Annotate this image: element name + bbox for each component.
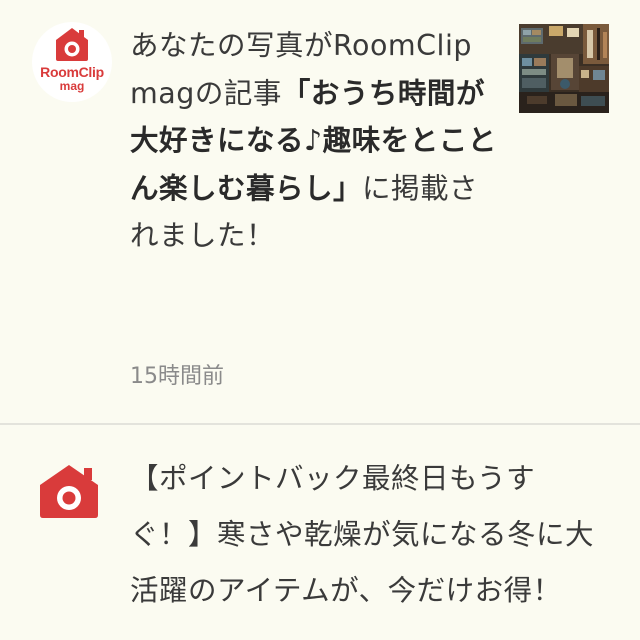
notification-time: 15時間前: [130, 364, 224, 389]
room-photo-thumbnail[interactable]: [519, 24, 609, 113]
notification-item[interactable]: 【ポイントバック最終日もうすぐ！】寒さや乾燥が気になる冬に大活躍のアイテムが、今…: [0, 425, 640, 640]
logo-sub-text: mag: [59, 79, 85, 93]
house-camera-icon: [56, 28, 88, 61]
roomclip-avatar: [38, 463, 100, 523]
notification-item[interactable]: RoomClip mag あなたの写真がRoomClip magの記事「おうち時…: [0, 0, 640, 424]
notification-message: あなたの写真がRoomClip magの記事「おうち時間が大好きになる♪趣味をと…: [130, 22, 502, 260]
roomclip-mag-avatar: RoomClip mag: [32, 22, 112, 102]
roomclip-icon: [40, 465, 98, 518]
room-photo-image: [519, 24, 609, 113]
notification-message: 【ポイントバック最終日もうすぐ！】寒さや乾燥が気になる冬に大活躍のアイテムが、今…: [130, 462, 595, 607]
logo-brand-text: RoomClip: [40, 64, 104, 80]
